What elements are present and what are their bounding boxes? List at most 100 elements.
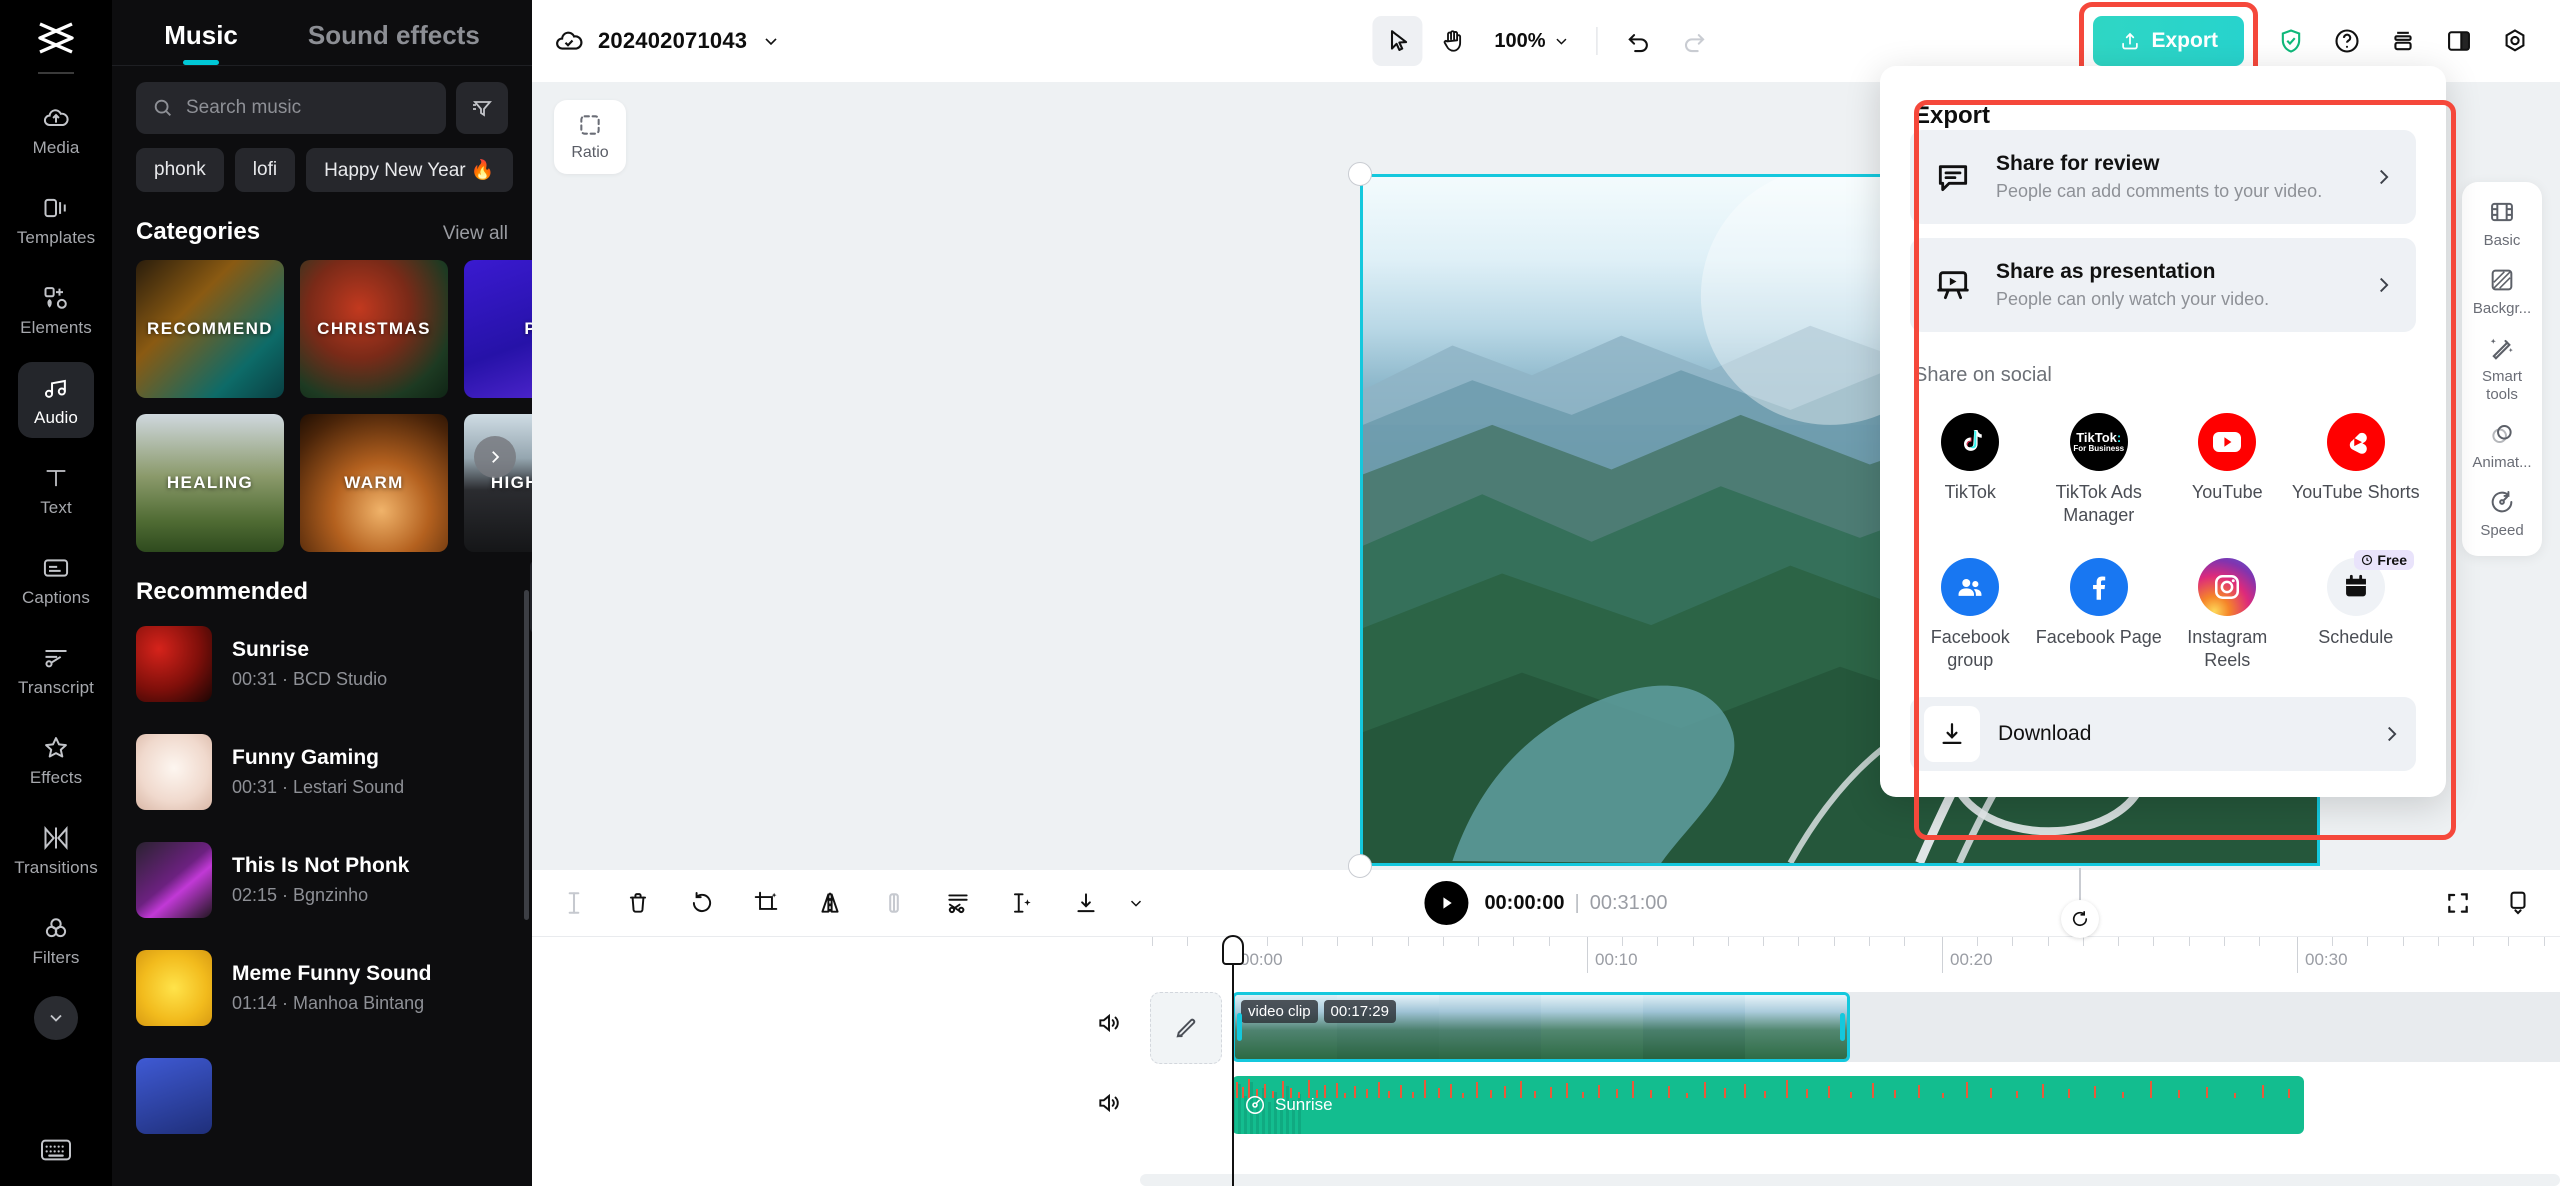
cursor-arrow-icon[interactable] <box>1372 16 1422 66</box>
social-youtube-shorts[interactable]: YouTube Shorts <box>2292 401 2421 542</box>
clip-trim-handle-right[interactable] <box>1840 1013 1845 1041</box>
keyboard-icon[interactable] <box>39 1136 73 1164</box>
timeline-horizontal-scrollbar[interactable] <box>1140 1174 2560 1186</box>
youtube-shorts-icon <box>2327 413 2385 471</box>
view-all-link[interactable]: View all <box>443 223 508 245</box>
split-icon[interactable] <box>554 883 594 923</box>
stack-icon[interactable] <box>2380 18 2426 64</box>
sidebar-item-effects[interactable]: Effects <box>18 722 94 798</box>
search-input[interactable]: Search music <box>136 82 446 134</box>
sidebar-item-media[interactable]: Media <box>18 92 94 168</box>
text-t-icon <box>41 463 71 493</box>
chip-phonk[interactable]: phonk <box>136 148 224 192</box>
sidebar-item-label: Templates <box>17 228 95 248</box>
clip-trim-handle-left[interactable] <box>1237 1013 1242 1041</box>
category-card[interactable]: HEALING <box>136 414 284 552</box>
video-clip[interactable]: video clip 00:17:29 <box>1232 992 1850 1062</box>
video-track-mute-button[interactable] <box>1087 1010 1131 1036</box>
chip-happy-new-year[interactable]: Happy New Year 🔥 <box>306 148 512 192</box>
capcut-logo-icon[interactable] <box>32 18 80 62</box>
track-thumbnail <box>136 1058 212 1134</box>
dock-item-label: Basic <box>2484 232 2521 250</box>
sidebar-item-label: Text <box>40 498 72 518</box>
audio-track-mute-button[interactable] <box>1087 1090 1131 1116</box>
dock-item-smart-tools[interactable]: Smart tools <box>2467 334 2537 404</box>
split-panel-icon[interactable] <box>2436 18 2482 64</box>
sidebar-item-audio[interactable]: Audio <box>18 362 94 438</box>
list-item[interactable]: This Is Not Phonk 02:15 · Bgnzinho <box>136 826 508 934</box>
total-time: 00:31:00 <box>1590 892 1668 915</box>
resize-handle-top-left[interactable] <box>1348 162 1372 186</box>
download-icon[interactable] <box>1066 883 1106 923</box>
dock-item-speed[interactable]: Speed <box>2467 488 2537 540</box>
filter-icon[interactable] <box>456 82 508 134</box>
dock-item-basic[interactable]: Basic <box>2467 198 2537 250</box>
playhead-knob[interactable] <box>1222 935 1244 965</box>
sidebar-item-text[interactable]: Text <box>18 452 94 528</box>
dock-item-animation[interactable]: Animat... <box>2467 420 2537 472</box>
category-card[interactable]: WARM <box>300 414 448 552</box>
aspect-ratio-icon[interactable] <box>2498 883 2538 923</box>
ratio-button[interactable]: Ratio <box>554 100 626 174</box>
playhead[interactable] <box>1232 936 1234 1186</box>
project-info[interactable]: 202402071043 <box>554 26 781 56</box>
share-for-review-row[interactable]: Share for review People can add comments… <box>1910 130 2416 224</box>
tab-music[interactable]: Music <box>164 20 238 65</box>
mirror-icon[interactable] <box>810 883 850 923</box>
shield-check-icon[interactable] <box>2268 18 2314 64</box>
chevron-down-icon[interactable] <box>1116 883 1156 923</box>
keyframe-icon[interactable] <box>1002 883 1042 923</box>
social-youtube[interactable]: YouTube <box>2163 401 2292 542</box>
sidebar-item-transcript[interactable]: Transcript <box>18 632 94 708</box>
question-circle-icon[interactable] <box>2324 18 2370 64</box>
auto-cut-icon[interactable] <box>938 883 978 923</box>
social-facebook-group[interactable]: Facebook group <box>1906 546 2035 687</box>
social-tiktok-ads-manager[interactable]: TikTok: For Business TikTok Ads Manager <box>2035 401 2164 542</box>
category-card[interactable]: RECOMMEND <box>136 260 284 398</box>
list-item[interactable] <box>136 1042 508 1150</box>
sidebar-item-filters[interactable]: Filters <box>18 902 94 978</box>
social-tiktok[interactable]: TikTok <box>1906 401 2035 542</box>
crop-icon[interactable] <box>746 883 786 923</box>
share-as-presentation-row[interactable]: Share as presentation People can only wa… <box>1910 238 2416 332</box>
export-button[interactable]: Export <box>2093 16 2244 66</box>
category-card[interactable]: PO <box>464 260 532 398</box>
gear-hex-icon[interactable] <box>2492 18 2538 64</box>
panel-collapse-handle[interactable] <box>530 560 532 634</box>
redo-icon[interactable] <box>1670 16 1720 66</box>
social-instagram-reels[interactable]: Instagram Reels <box>2163 546 2292 687</box>
categories-title: Categories <box>136 218 260 246</box>
social-facebook-page[interactable]: Facebook Page <box>2035 546 2164 687</box>
zoom-control[interactable]: 100% <box>1484 19 1580 63</box>
sidebar-item-transitions[interactable]: Transitions <box>18 812 94 888</box>
chevron-down-icon[interactable] <box>34 996 78 1040</box>
undo-icon[interactable] <box>1614 16 1664 66</box>
category-card[interactable]: HIGH TEM <box>464 414 532 552</box>
tab-sound-effects[interactable]: Sound effects <box>308 20 480 65</box>
download-row[interactable]: Download <box>1910 697 2416 771</box>
dock-item-background[interactable]: Backgr... <box>2467 266 2537 318</box>
list-item[interactable]: Sunrise 00:31 · BCD Studio <box>136 610 508 718</box>
video-clip-edit-button[interactable] <box>1150 992 1222 1064</box>
social-schedule[interactable]: Free Schedule <box>2292 546 2421 687</box>
delete-icon[interactable] <box>618 883 658 923</box>
sidebar-item-elements[interactable]: Elements <box>18 272 94 348</box>
chip-lofi[interactable]: lofi <box>235 148 295 192</box>
play-icon[interactable] <box>1424 881 1468 925</box>
chevron-down-icon[interactable] <box>761 31 781 51</box>
audio-clip[interactable]: Sunrise <box>1232 1076 2304 1134</box>
chevron-right-icon[interactable] <box>474 436 516 478</box>
sidebar-item-captions[interactable]: Captions <box>18 542 94 618</box>
freeze-icon[interactable] <box>874 883 914 923</box>
hand-icon[interactable] <box>1428 16 1478 66</box>
resize-handle-bottom-left[interactable] <box>1348 854 1372 878</box>
rotate-handle[interactable] <box>2061 900 2099 938</box>
category-card[interactable]: CHRISTMAS <box>300 260 448 398</box>
list-item[interactable]: Meme Funny Sound 01:14 · Manhoa Bintang <box>136 934 508 1042</box>
panel-scrollbar[interactable] <box>524 590 529 920</box>
timeline-ruler[interactable]: 00:00 00:10 00:20 00:30 00:40 00:50 <box>532 936 2560 978</box>
list-item[interactable]: Funny Gaming 00:31 · Lestari Sound <box>136 718 508 826</box>
sidebar-item-templates[interactable]: Templates <box>18 182 94 258</box>
rotate-icon[interactable] <box>682 883 722 923</box>
fullscreen-icon[interactable] <box>2438 883 2478 923</box>
